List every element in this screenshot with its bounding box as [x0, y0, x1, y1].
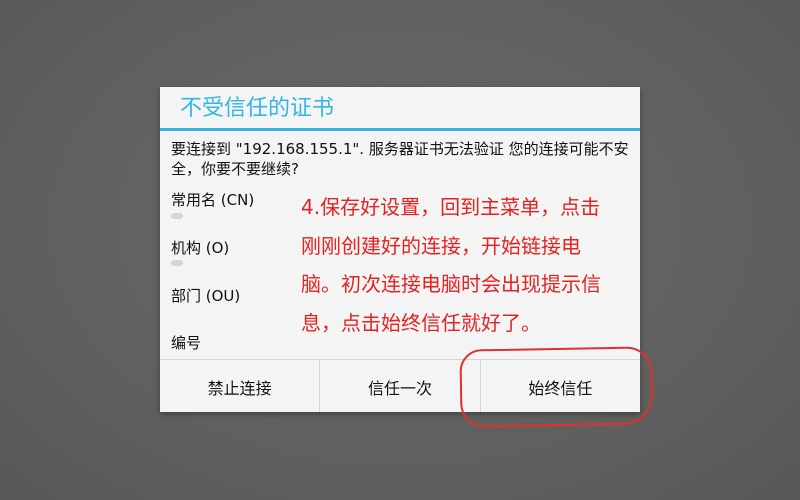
- dialog-title: 不受信任的证书: [160, 87, 640, 131]
- trust-once-button[interactable]: 信任一次: [319, 360, 479, 412]
- screen-background: 不受信任的证书 要连接到 "192.168.155.1". 服务器证书无法验证 …: [0, 0, 800, 500]
- deny-connection-button[interactable]: 禁止连接: [160, 360, 319, 412]
- field-organization-value: [171, 260, 183, 266]
- field-common-name-value: [171, 213, 183, 219]
- field-org-unit-label: 部门 (OU): [171, 287, 241, 305]
- dialog-button-bar: 禁止连接 信任一次 始终信任: [160, 359, 640, 412]
- tutorial-annotation-text: 4.保存好设置，回到主菜单，点击刚刚创建好的连接，开始链接电脑。初次连接电脑时会…: [301, 195, 601, 335]
- field-organization-label: 机构 (O): [171, 239, 230, 257]
- field-common-name-label: 常用名 (CN): [171, 191, 255, 209]
- field-serial-number-label: 编号: [171, 334, 202, 352]
- trust-always-button[interactable]: 始终信任: [479, 360, 640, 412]
- dialog-message: 要连接到 "192.168.155.1". 服务器证书无法验证 您的连接可能不安…: [171, 140, 629, 178]
